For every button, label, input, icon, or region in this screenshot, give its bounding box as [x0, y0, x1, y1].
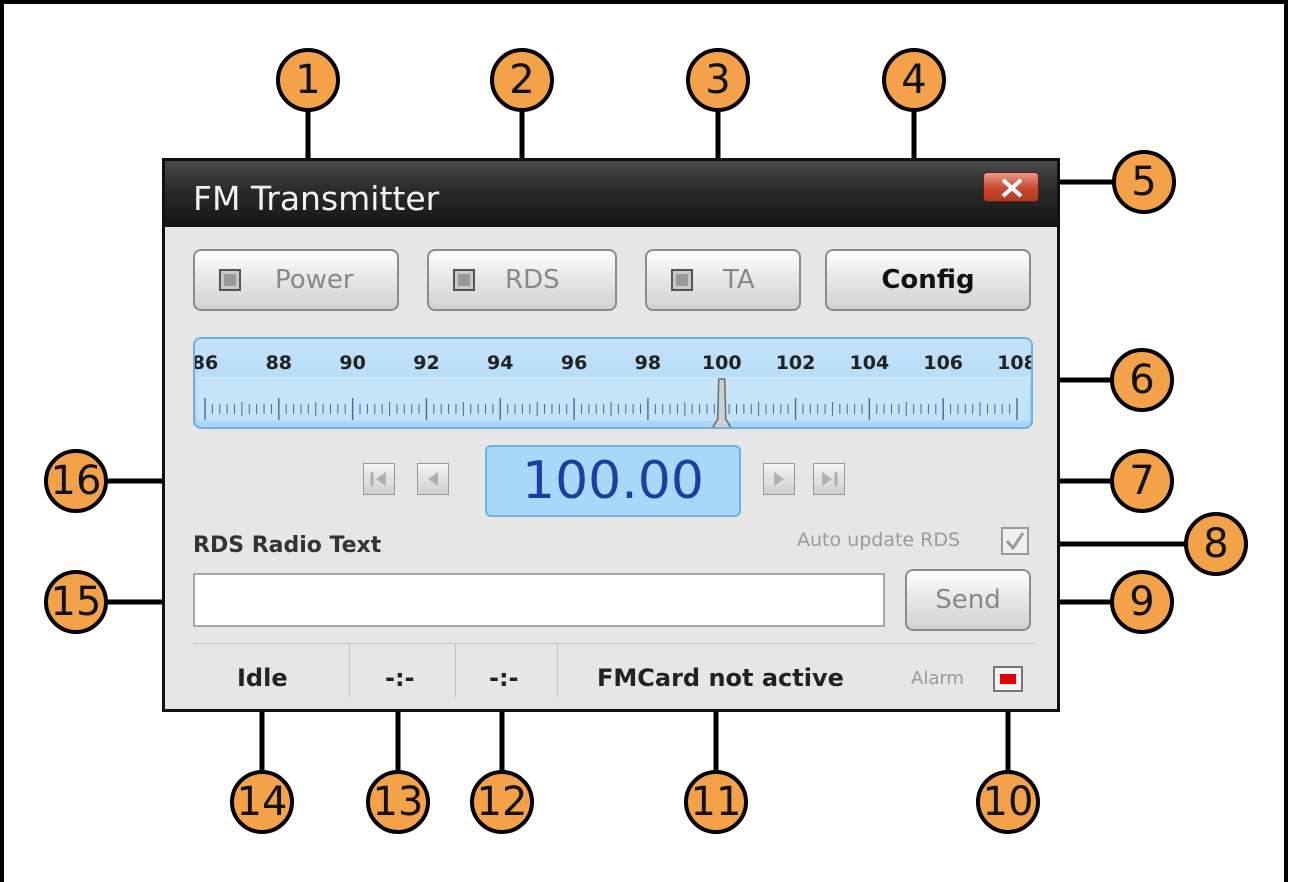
status-bar: Idle -:- -:- FMCard not active Alarm — [193, 643, 1035, 704]
scale-label: 96 — [561, 352, 587, 374]
callout-2: 2 — [490, 48, 554, 112]
ta-button[interactable]: TA — [645, 249, 801, 311]
alarm-light — [1000, 674, 1016, 684]
scale-label: 90 — [339, 352, 365, 374]
config-button[interactable]: Config — [825, 249, 1031, 311]
callout-10: 10 — [976, 770, 1040, 834]
callout-12: 12 — [470, 770, 534, 834]
status-time-1: -:- — [385, 664, 415, 692]
frequency-scale[interactable]: 86 88 90 92 94 96 98 100 102 104 106 108 — [193, 337, 1033, 429]
rds-text-label: RDS Radio Text — [193, 533, 382, 558]
callout-1: 1 — [276, 48, 340, 112]
rds-text-input[interactable] — [193, 573, 885, 627]
scale-band — [197, 377, 1029, 421]
callout-11: 11 — [684, 770, 748, 834]
status-divider — [557, 644, 558, 698]
alarm-indicator — [993, 666, 1023, 692]
callout-7: 7 — [1110, 449, 1174, 513]
step-forward-icon — [774, 472, 784, 486]
status-divider — [455, 644, 456, 698]
step-forward-button[interactable] — [763, 463, 795, 495]
auto-update-rds-label: Auto update RDS — [797, 529, 961, 551]
scale-label: 94 — [487, 352, 513, 374]
ta-led-icon — [671, 269, 693, 291]
scale-label: 100 — [702, 352, 742, 374]
seek-first-button[interactable] — [363, 463, 395, 495]
close-button[interactable] — [983, 172, 1039, 202]
scale-label: 92 — [413, 352, 439, 374]
window-title: FM Transmitter — [193, 179, 440, 218]
scale-label: 108 — [997, 352, 1031, 374]
auto-update-rds-checkbox[interactable] — [1001, 527, 1029, 555]
rds-button[interactable]: RDS — [427, 249, 617, 311]
step-back-button[interactable] — [417, 463, 449, 495]
scale-label: 88 — [266, 352, 292, 374]
callout-3: 3 — [686, 48, 750, 112]
rds-led-icon — [453, 269, 475, 291]
rds-button-label: RDS — [505, 265, 560, 295]
callout-9: 9 — [1110, 570, 1174, 634]
status-state: Idle — [237, 664, 288, 692]
ta-button-label: TA — [723, 265, 755, 295]
skip-back-icon — [370, 472, 386, 486]
scale-label: 86 — [195, 352, 218, 374]
fm-transmitter-window: FM Transmitter Power RDS TA Config 86 88 9… — [162, 158, 1060, 712]
callout-15: 15 — [44, 570, 108, 634]
scale-label: 104 — [850, 352, 890, 374]
power-button-label: Power — [275, 265, 354, 295]
frequency-display: 100.00 — [485, 445, 741, 517]
title-bar[interactable]: FM Transmitter — [165, 161, 1057, 227]
status-divider — [349, 644, 350, 698]
status-time-2: -:- — [489, 664, 519, 692]
callout-5: 5 — [1112, 150, 1176, 214]
skip-forward-icon — [822, 472, 838, 486]
config-button-label: Config — [881, 265, 975, 295]
scale-label: 106 — [923, 352, 963, 374]
send-button[interactable]: Send — [905, 569, 1031, 631]
card-status: FMCard not active — [597, 664, 844, 692]
power-led-icon — [219, 269, 241, 291]
scale-label: 98 — [635, 352, 661, 374]
alarm-label: Alarm — [911, 668, 964, 689]
callout-13: 13 — [366, 770, 430, 834]
callout-16: 16 — [44, 449, 108, 513]
callout-6: 6 — [1110, 348, 1174, 412]
scale-label: 102 — [776, 352, 816, 374]
callout-4: 4 — [882, 48, 946, 112]
power-button[interactable]: Power — [193, 249, 399, 311]
checkmark-icon — [1005, 532, 1025, 551]
callout-14: 14 — [230, 770, 294, 834]
seek-last-button[interactable] — [813, 463, 845, 495]
close-icon — [1001, 178, 1023, 198]
step-back-icon — [428, 472, 438, 486]
callout-8: 8 — [1184, 512, 1248, 576]
frequency-scale-graphic: 86 88 90 92 94 96 98 100 102 104 106 108 — [195, 352, 1031, 427]
